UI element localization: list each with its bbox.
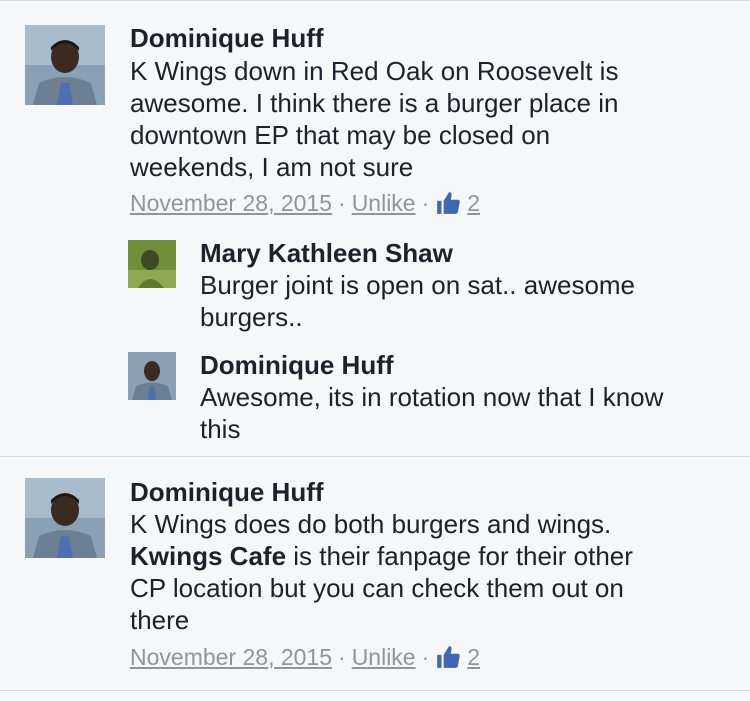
avatar-photo — [25, 25, 105, 105]
separator: · — [338, 190, 346, 216]
reply-line: burgers.. — [200, 302, 303, 332]
comment-meta: November 28, 2015 · Unlike · 2 — [130, 642, 480, 672]
avatar[interactable] — [25, 25, 105, 105]
comment-text: K Wings down in Red Oak on Roosevelt is … — [130, 55, 618, 183]
reply-text: Burger joint is open on sat.. awesome bu… — [200, 269, 635, 333]
author-name[interactable]: Dominique Huff — [130, 476, 324, 508]
like-count[interactable]: 2 — [467, 188, 480, 218]
comment-line: there — [130, 605, 190, 635]
page-link[interactable]: Kwings Cafe — [130, 541, 286, 571]
comment-thread: Dominique Huff K Wings down in Red Oak o… — [0, 0, 750, 701]
avatar[interactable] — [128, 352, 176, 400]
thumbs-up-icon[interactable] — [435, 644, 461, 670]
comment-meta: November 28, 2015 · Unlike · 2 — [130, 188, 480, 218]
divider — [0, 456, 750, 457]
comment-line: weekends, I am not sure — [130, 152, 414, 182]
avatar[interactable] — [128, 240, 176, 288]
unlike-link[interactable]: Unlike — [352, 188, 416, 218]
author-name[interactable]: Dominique Huff — [200, 349, 394, 381]
unlike-link[interactable]: Unlike — [352, 642, 416, 672]
comment-line: K Wings down in Red Oak on Roosevelt is — [130, 56, 619, 86]
comment-line: K Wings does do both burgers and wings. — [130, 509, 612, 539]
avatar[interactable] — [25, 478, 105, 558]
timestamp-link[interactable]: November 28, 2015 — [130, 188, 332, 218]
reply-line: Burger joint is open on sat.. awesome — [200, 270, 636, 300]
comment-line: CP location but you can check them out o… — [130, 573, 624, 603]
separator: · — [338, 644, 346, 670]
separator: · — [421, 644, 430, 670]
separator: · — [421, 190, 430, 216]
avatar-photo — [128, 240, 176, 288]
author-name[interactable]: Dominique Huff — [130, 22, 324, 54]
thumbs-up-icon[interactable] — [435, 190, 461, 216]
timestamp-link[interactable]: November 28, 2015 — [130, 642, 332, 672]
comment-line: awesome. I think there is a burger place… — [130, 88, 619, 118]
comment-line: Kwings Cafe is their fanpage for their o… — [130, 540, 633, 572]
comment-text: K Wings does do both burgers and wings. … — [130, 508, 633, 636]
avatar-photo — [128, 352, 176, 400]
divider — [0, 690, 750, 691]
comment-line: downtown EP that may be closed on — [130, 120, 551, 150]
reply-text: Awesome, its in rotation now that I know… — [200, 381, 663, 445]
avatar-photo — [25, 478, 105, 558]
reply-line: Awesome, its in rotation now that I know — [200, 382, 664, 412]
divider — [0, 0, 750, 1]
reply-line: this — [200, 414, 241, 444]
author-name[interactable]: Mary Kathleen Shaw — [200, 237, 453, 269]
like-count[interactable]: 2 — [467, 642, 480, 672]
comment-line-rest: is their fanpage for their other — [286, 541, 633, 571]
